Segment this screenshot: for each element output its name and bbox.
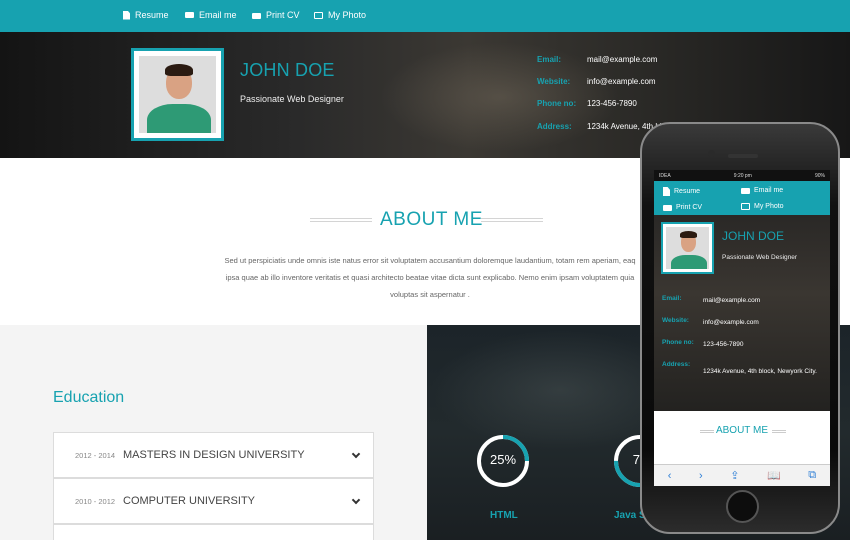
contact-label: Phone no: — [537, 99, 577, 108]
status-bar: IDEA 9:20 pm 90% — [654, 170, 830, 181]
chevron-down-icon[interactable] — [351, 495, 361, 504]
mobile-contact-phone: Phone no: 123-456-7890 — [662, 339, 823, 350]
divider — [481, 218, 543, 222]
profile-role: Passionate Web Designer — [240, 94, 344, 104]
browser-toolbar: ‹ › ⇪ 📖 ⧉ — [654, 464, 830, 486]
envelope-icon — [741, 187, 750, 194]
skill-percent: 25% — [489, 452, 517, 467]
contact-label: Email: — [662, 295, 682, 302]
education-degree: MASTERS IN DESIGN UNIVERSITY — [123, 449, 305, 461]
contact-label: Phone no: — [662, 339, 694, 346]
about-line: voluptas sit aspernatur . — [390, 290, 470, 299]
education-years: 2010 - 2012 — [75, 496, 116, 506]
share-icon[interactable]: ⇪ — [730, 469, 739, 482]
nav-print-label: Print CV — [266, 10, 300, 20]
education-accordion-item[interactable]: 2012 - 2014 MASTERS IN DESIGN UNIVERSITY — [53, 432, 374, 478]
divider — [310, 218, 372, 222]
skill-name: HTML — [490, 510, 518, 521]
mobile-navigation: Resume Email me Print CV My Photo — [654, 181, 830, 215]
education-title: Education — [53, 389, 125, 406]
chevron-down-icon[interactable] — [351, 449, 361, 458]
contact-address: Address: 1234k Avenue, 4th bl — [537, 122, 662, 131]
mobile-nav-label: Resume — [674, 188, 701, 195]
profile-photo-image — [139, 56, 216, 133]
mobile-contact-email: Email: mail@example.com — [662, 295, 823, 306]
mobile-nav-email-me[interactable]: Email me — [741, 187, 783, 194]
camera-icon — [708, 150, 715, 157]
picture-icon — [314, 11, 323, 19]
mobile-profile-photo-image — [666, 227, 709, 269]
mobile-nav-my-photo[interactable]: My Photo — [741, 203, 784, 210]
phone-mockup: IDEA 9:20 pm 90% Resume Email me Print C… — [640, 122, 840, 534]
mobile-hero: JOHN DOE Passionate Web Designer Email: … — [654, 215, 830, 411]
contact-value: 1234k Avenue, 4th block, Newyork City. — [703, 368, 817, 375]
document-icon — [123, 10, 130, 20]
education-accordion-item[interactable] — [53, 524, 374, 540]
contact-value[interactable]: mail@example.com — [587, 55, 657, 64]
carrier-label: IDEA — [659, 172, 671, 179]
top-navigation: Resume Email me Print CV My Photo — [0, 0, 850, 32]
mobile-profile-name: JOHN DOE — [722, 229, 785, 243]
printer-icon — [252, 13, 261, 19]
mobile-contact-address: Address: 1234k Avenue, 4th block, Newyor… — [662, 361, 823, 383]
mobile-nav-resume[interactable]: Resume — [663, 187, 700, 196]
envelope-icon — [185, 12, 194, 18]
battery-level: 90% — [814, 172, 825, 179]
mobile-nav-label: Print CV — [676, 203, 703, 211]
contact-value[interactable]: info@example.com — [587, 77, 656, 86]
contact-label: Address: — [662, 361, 691, 368]
contact-website: Website: info@example.com — [537, 77, 656, 86]
mobile-profile-role: Passionate Web Designer — [722, 254, 798, 261]
about-heading: ABOUT ME — [310, 209, 543, 231]
status-time: 9:20 pm — [733, 172, 752, 179]
mobile-nav-label: My Photo — [754, 203, 784, 210]
about-title: ABOUT ME — [380, 209, 483, 230]
printer-icon — [663, 205, 672, 211]
profile-photo — [131, 48, 224, 141]
contact-value[interactable]: info@example.com — [703, 317, 823, 328]
contact-label: Website: — [662, 317, 689, 324]
forward-icon[interactable]: › — [699, 470, 703, 482]
about-paragraph: Sed ut perspiciatis unde omnis iste natu… — [190, 252, 670, 303]
contact-label: Website: — [537, 77, 571, 86]
contact-label: Email: — [537, 55, 562, 64]
contact-label: Address: — [537, 122, 572, 131]
mobile-about-title: ABOUT ME — [715, 425, 769, 436]
picture-icon — [741, 203, 750, 210]
divider — [772, 430, 786, 433]
contact-value: 123-456-7890 — [703, 341, 744, 348]
nav-email-me[interactable]: Email me — [185, 10, 237, 20]
education-accordion-item[interactable]: 2010 - 2012 COMPUTER UNIVERSITY — [53, 478, 374, 524]
education-years: 2012 - 2014 — [75, 450, 116, 460]
contact-value: 123-456-7890 — [587, 99, 637, 108]
mobile-nav-label: Email me — [754, 187, 784, 194]
tabs-icon[interactable]: ⧉ — [808, 469, 816, 482]
nav-my-photo[interactable]: My Photo — [314, 10, 366, 20]
bookmarks-icon[interactable]: 📖 — [767, 469, 781, 482]
speaker-grille — [728, 154, 758, 158]
contact-value[interactable]: mail@example.com — [703, 295, 823, 306]
mobile-contact-website: Website: info@example.com — [662, 317, 823, 328]
back-icon[interactable]: ‹ — [668, 470, 672, 482]
mobile-about-heading: ABOUT ME — [654, 411, 830, 461]
about-line: ipsa quae ab illo inventore veritatis et… — [225, 273, 635, 282]
nav-resume[interactable]: Resume — [123, 10, 169, 20]
nav-print-cv[interactable]: Print CV — [252, 10, 300, 20]
profile-name: JOHN DOE — [240, 60, 335, 80]
mobile-nav-print-cv[interactable]: Print CV — [663, 203, 702, 211]
contact-email: Email: mail@example.com — [537, 55, 657, 64]
nav-photo-label: My Photo — [328, 10, 367, 20]
contact-phone: Phone no: 123-456-7890 — [537, 99, 637, 108]
about-line: Sed ut perspiciatis unde omnis iste natu… — [224, 256, 636, 265]
home-button[interactable] — [726, 490, 759, 523]
education-degree: COMPUTER UNIVERSITY — [123, 495, 256, 507]
mobile-profile-photo — [661, 222, 714, 274]
document-icon — [663, 187, 670, 196]
nav-email-label: Email me — [199, 10, 237, 20]
phone-screen: IDEA 9:20 pm 90% Resume Email me Print C… — [654, 170, 830, 486]
nav-resume-label: Resume — [135, 10, 169, 20]
